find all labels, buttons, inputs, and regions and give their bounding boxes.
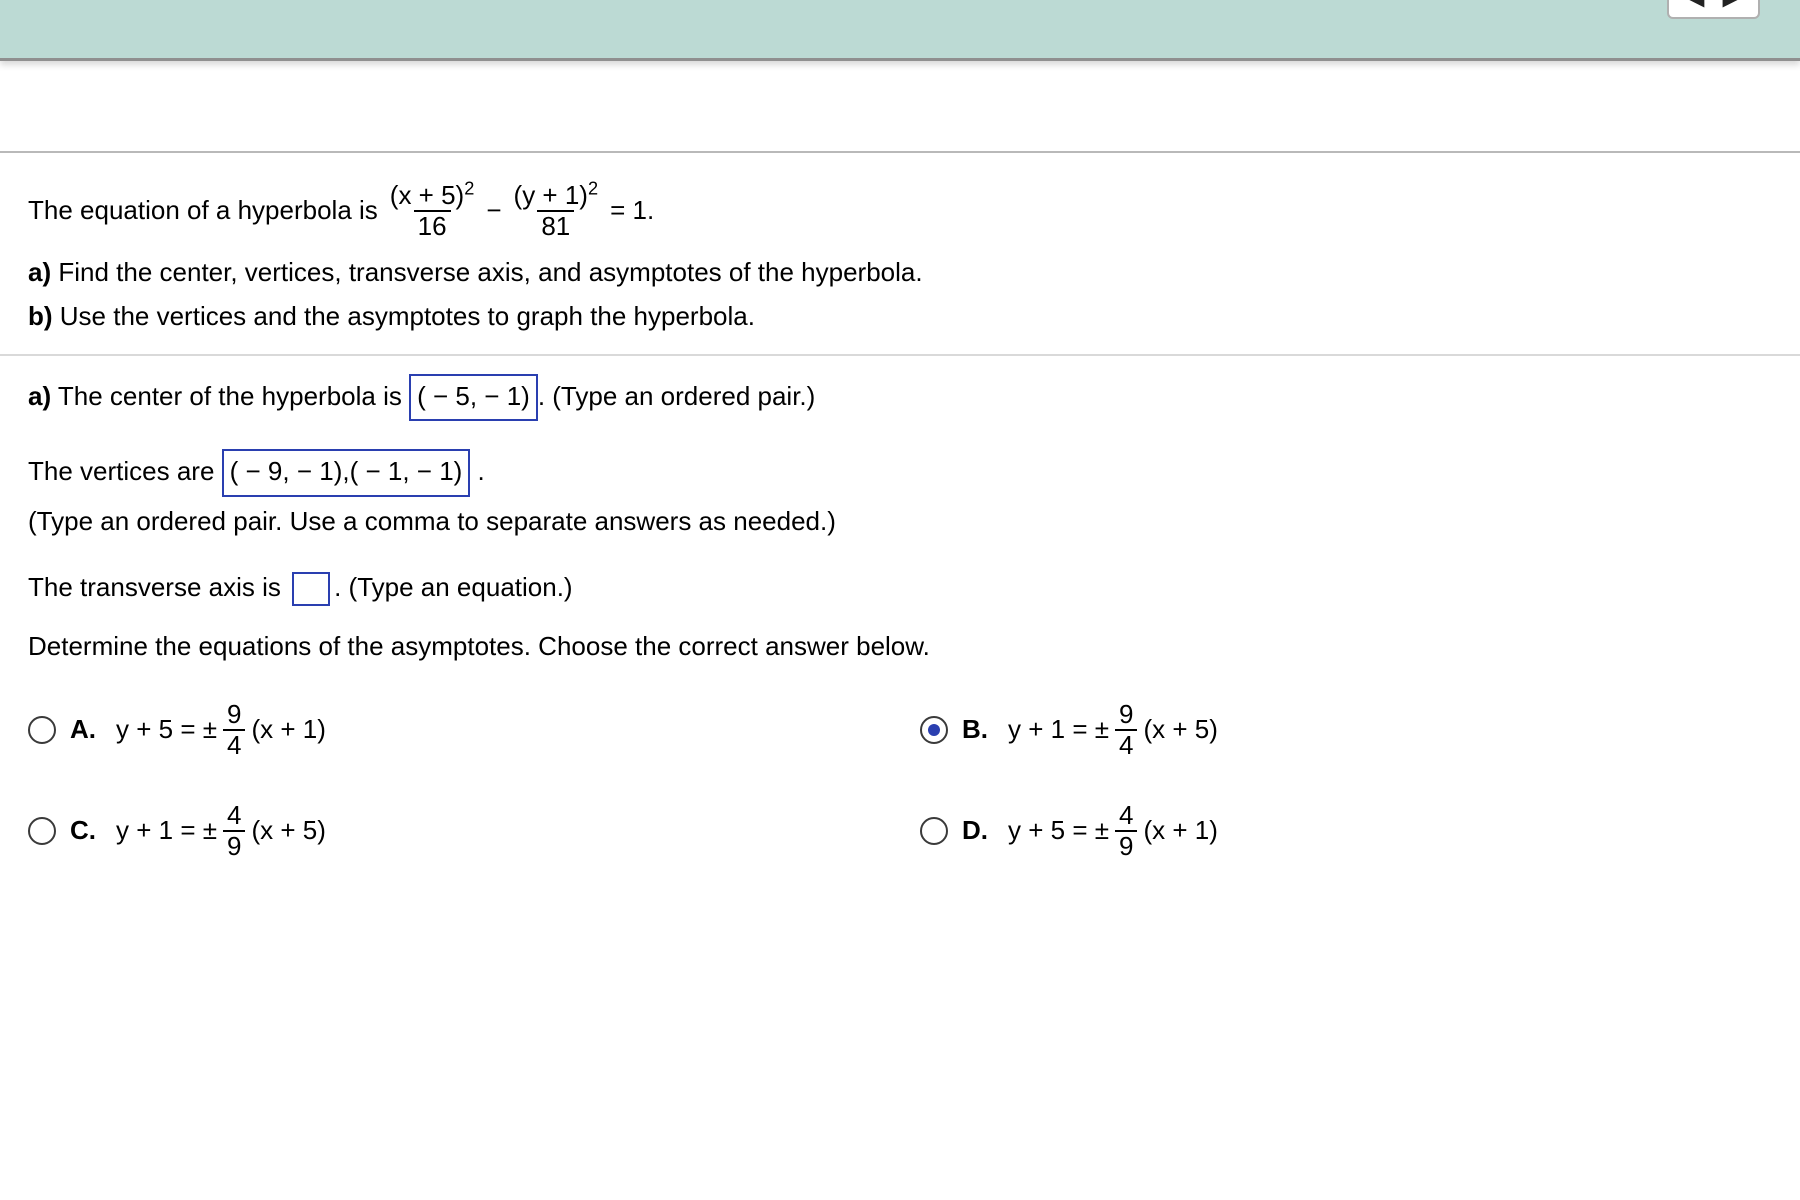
intro-lead: The equation of a hyperbola is [28,192,378,230]
center-answer-row: a) The center of the hyperbola is ( − 5,… [28,374,1772,422]
radio-d[interactable] [920,817,948,845]
choice-b-letter: B. [962,711,988,749]
choice-a-letter: A. [70,711,96,749]
choice-b-equation: y + 1 = ± 94 (x + 5) [1008,700,1218,759]
equals-one: = 1. [610,192,654,230]
vertices-answer-row: The vertices are ( − 9, − 1),( − 1, − 1)… [28,449,1772,497]
part-a-text: Find the center, vertices, transverse ax… [51,257,922,287]
header-gap [0,61,1800,151]
part-b-label: b) [28,301,53,331]
vertices-note: (Type an ordered pair. Use a comma to se… [28,503,1772,541]
transverse-answer-row: The transverse axis is . (Type an equati… [28,569,1772,607]
vertices-post: . [470,456,484,486]
radio-b[interactable] [920,716,948,744]
answer-a-label: a) [28,381,51,411]
divider [0,354,1800,356]
app-header: ◀ ▶ [0,0,1800,61]
choice-c-letter: C. [70,812,96,850]
fraction-y-term: (y + 1)2 81 [510,181,603,240]
choice-d-letter: D. [962,812,988,850]
transverse-pre: The transverse axis is [28,572,288,602]
radio-a[interactable] [28,716,56,744]
question-nav: ◀ ▶ [1667,0,1760,19]
asymptote-choices: A. y + 5 = ± 94 (x + 1) B. y + 1 = ± 94 … [28,700,1772,860]
choice-a-equation: y + 5 = ± 94 (x + 1) [116,700,326,759]
part-b-prompt: b) Use the vertices and the asymptotes t… [28,298,1772,336]
fraction-x-term: (x + 5)2 16 [386,181,479,240]
transverse-post: . (Type an equation.) [334,572,572,602]
part-a-label: a) [28,257,51,287]
choice-d-equation: y + 5 = ± 49 (x + 1) [1008,801,1218,860]
question-body: The equation of a hyperbola is (x + 5)2 … [0,151,1800,900]
part-a-prompt: a) Find the center, vertices, transverse… [28,254,1772,292]
next-arrow-icon[interactable]: ▶ [1722,0,1744,11]
prev-arrow-icon[interactable]: ◀ [1683,0,1705,11]
choice-b[interactable]: B. y + 1 = ± 94 (x + 5) [920,700,1772,759]
choice-c[interactable]: C. y + 1 = ± 49 (x + 5) [28,801,880,860]
part-b-text: Use the vertices and the asymptotes to g… [53,301,755,331]
choice-c-equation: y + 1 = ± 49 (x + 5) [116,801,326,860]
minus-sign: − [486,192,501,230]
transverse-input[interactable] [292,572,330,606]
vertices-input[interactable]: ( − 9, − 1),( − 1, − 1) [222,449,471,497]
asymptote-prompt: Determine the equations of the asymptote… [28,628,1772,666]
choice-a[interactable]: A. y + 5 = ± 94 (x + 1) [28,700,880,759]
radio-c[interactable] [28,817,56,845]
problem-statement: The equation of a hyperbola is (x + 5)2 … [28,181,1772,240]
center-post: . (Type an ordered pair.) [538,381,815,411]
center-pre: The center of the hyperbola is [51,381,409,411]
choice-d[interactable]: D. y + 5 = ± 49 (x + 1) [920,801,1772,860]
center-input[interactable]: ( − 5, − 1) [409,374,538,422]
vertices-pre: The vertices are [28,456,222,486]
